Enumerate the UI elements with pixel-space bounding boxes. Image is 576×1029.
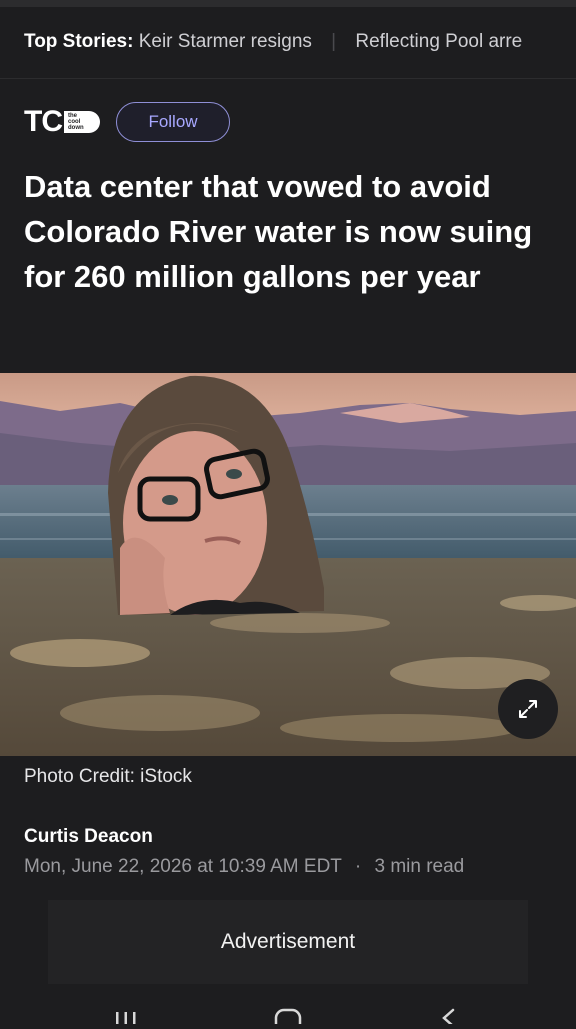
hero-image[interactable] [0,373,576,756]
logo-badge-line: down [68,125,84,131]
expand-diagonal-icon [519,700,537,718]
author-name[interactable]: Curtis Deacon [24,826,153,848]
photo-credit: Photo Credit: iStock [24,766,192,787]
publisher-row: TC the cool down Follow [24,100,230,144]
ticker-fade [516,7,576,78]
publisher-logo[interactable]: TC the cool down [24,107,100,137]
recent-apps-icon [116,1012,136,1024]
header-divider [0,78,576,79]
meta-separator: · [354,856,362,877]
home-button[interactable] [274,1004,302,1029]
back-icon [442,1008,455,1028]
top-stories-bar: Top Stories: Keir Starmer resigns | Refl… [0,0,576,78]
top-story-link[interactable]: Keir Starmer resigns [139,31,312,52]
hero-photo [0,373,576,756]
logo-badge: the cool down [64,111,100,133]
top-stories-label: Top Stories: [24,31,134,52]
top-stories-ticker: Top Stories: Keir Starmer resigns | Refl… [24,31,522,53]
follow-button[interactable]: Follow [116,102,230,142]
system-nav-bar [0,986,576,1029]
advertisement-slot[interactable]: Advertisement [48,900,528,984]
article-meta: Mon, June 22, 2026 at 10:39 AM EDT · 3 m… [24,856,464,878]
ticker-divider: | [331,31,337,52]
back-button[interactable] [438,1004,458,1029]
article-headline: Data center that vowed to avoid Colorado… [24,169,533,294]
expand-image-button[interactable] [498,679,558,739]
publish-date: Mon, June 22, 2026 at 10:39 AM EDT [24,856,342,877]
logo-wordmark: TC [24,105,63,138]
recent-apps-button[interactable] [113,1004,139,1029]
top-story-link[interactable]: Reflecting Pool arre [355,31,522,52]
home-icon [274,1008,302,1029]
read-time: 3 min read [374,856,465,877]
advertisement-label: Advertisement [220,930,356,953]
